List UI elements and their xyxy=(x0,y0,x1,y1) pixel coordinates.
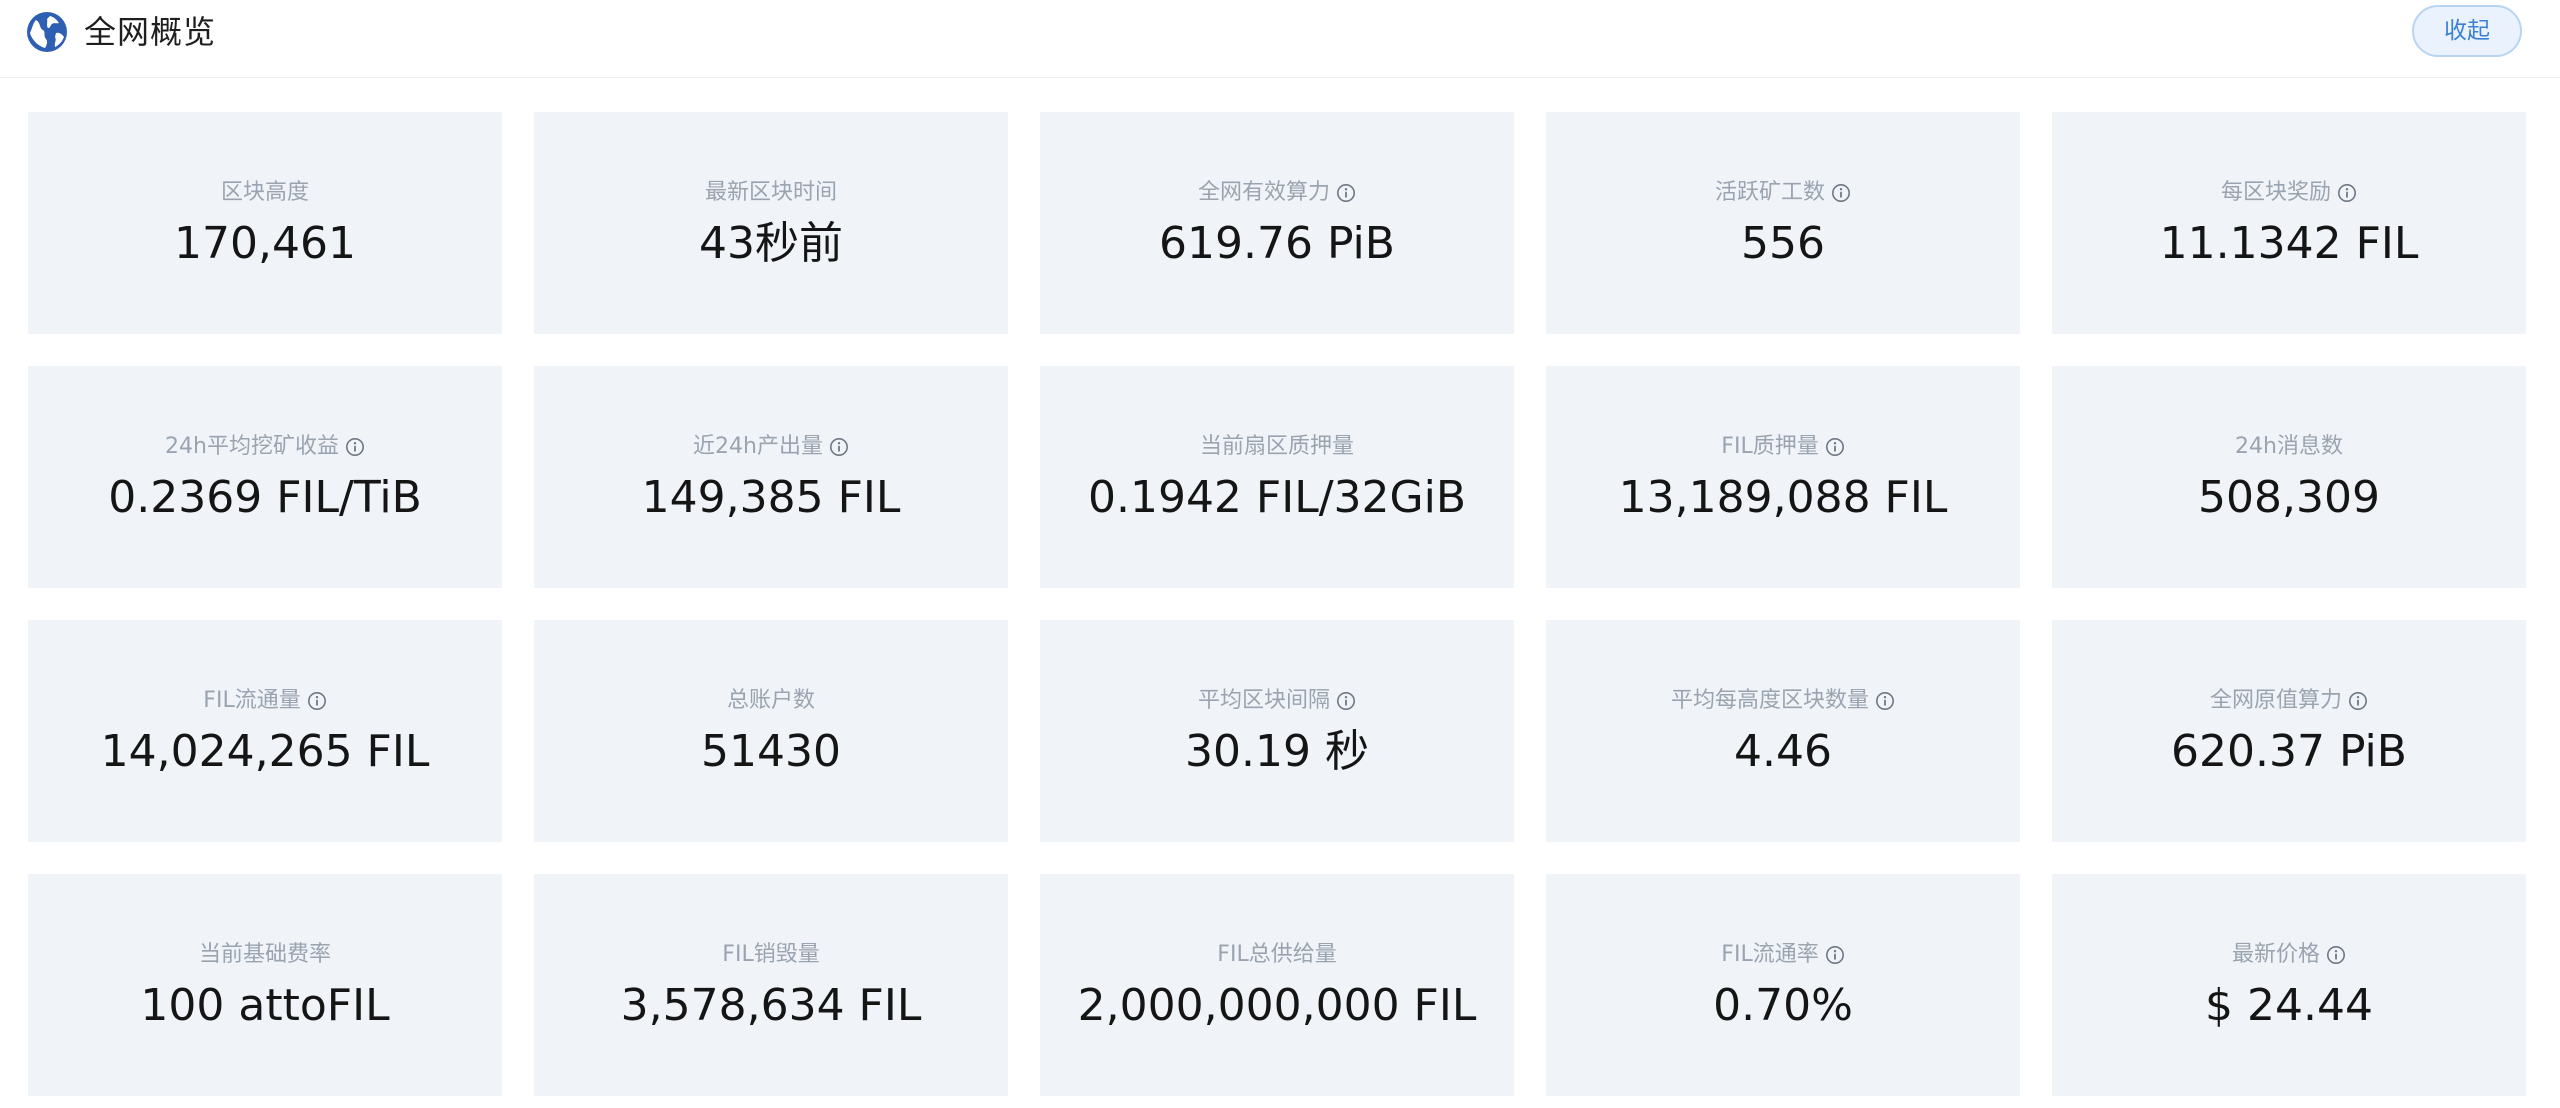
stat-label-row: 每区块奖励 xyxy=(2052,178,2526,208)
stat-value: 13,189,088 FIL xyxy=(1618,472,1948,523)
stat-label: FIL流通量 xyxy=(203,688,301,713)
stat-label: 最新价格 xyxy=(2231,942,2320,967)
stat-value: $ 24.44 xyxy=(2205,980,2373,1031)
stat-label-row: 近24h产出量 xyxy=(534,432,1008,462)
stat-value: 30.19 秒 xyxy=(1185,726,1369,777)
stat-card: 区块高度 170,461 xyxy=(28,112,502,334)
info-icon[interactable] xyxy=(345,437,365,457)
stat-label-row: FIL质押量 xyxy=(1546,432,2020,462)
stat-label: 当前扇区质押量 xyxy=(1199,434,1354,459)
stat-label: FIL销毁量 xyxy=(722,942,820,967)
globe-icon xyxy=(27,12,67,52)
stat-label: 平均区块间隔 xyxy=(1197,688,1330,713)
collapse-button[interactable]: 收起 xyxy=(2412,5,2522,57)
stat-label-row: 24h平均挖矿收益 xyxy=(28,432,502,462)
info-icon[interactable] xyxy=(829,437,849,457)
stat-label: 每区块奖励 xyxy=(2220,180,2331,205)
stat-label-row: 最新价格 xyxy=(2052,940,2526,970)
info-icon[interactable] xyxy=(1825,945,1845,965)
stat-label: 总账户数 xyxy=(726,688,815,713)
info-icon[interactable] xyxy=(1336,183,1356,203)
stat-label-row: 活跃矿工数 xyxy=(1546,178,2020,208)
stat-label-row: FIL流通量 xyxy=(28,686,502,716)
stat-label-row: FIL销毁量 xyxy=(534,940,1008,970)
stat-label-row: 全网有效算力 xyxy=(1040,178,1514,208)
stat-value: 170,461 xyxy=(174,218,356,269)
stat-label: 全网有效算力 xyxy=(1197,180,1330,205)
stat-value: 0.1942 FIL/32GiB xyxy=(1087,472,1467,523)
stat-label-row: 当前基础费率 xyxy=(28,940,502,970)
stat-card: 总账户数 51430 xyxy=(534,620,1008,842)
overview-header: 全网概览 收起 xyxy=(0,0,2560,78)
info-icon[interactable] xyxy=(307,691,327,711)
stat-label-row: 最新区块时间 xyxy=(534,178,1008,208)
stat-label-row: FIL流通率 xyxy=(1546,940,2020,970)
stat-label-row: 全网原值算力 xyxy=(2052,686,2526,716)
info-icon[interactable] xyxy=(2348,691,2368,711)
stat-card: 24h平均挖矿收益 0.2369 FIL/TiB xyxy=(28,366,502,588)
stat-card: 全网有效算力 619.76 PiB xyxy=(1040,112,1514,334)
stat-label-row: 平均每高度区块数量 xyxy=(1546,686,2020,716)
stat-value: 556 xyxy=(1741,218,1825,269)
page-title: 全网概览 xyxy=(84,13,217,51)
stat-value: 51430 xyxy=(701,726,841,777)
stat-value: 0.70% xyxy=(1713,980,1853,1031)
stat-value: 0.2369 FIL/TiB xyxy=(108,472,422,523)
stat-label: 平均每高度区块数量 xyxy=(1670,688,1869,713)
info-icon[interactable] xyxy=(1336,691,1356,711)
stat-value: 4.46 xyxy=(1734,726,1832,777)
stat-label: 活跃矿工数 xyxy=(1714,180,1825,205)
stat-card: FIL质押量 13,189,088 FIL xyxy=(1546,366,2020,588)
stat-value: 619.76 PiB xyxy=(1159,218,1395,269)
stat-label: 全网原值算力 xyxy=(2209,688,2342,713)
stat-card: FIL流通率 0.70% xyxy=(1546,874,2020,1096)
stat-label: 24h消息数 xyxy=(2235,434,2343,459)
info-icon[interactable] xyxy=(1831,183,1851,203)
stat-card: 活跃矿工数 556 xyxy=(1546,112,2020,334)
info-icon[interactable] xyxy=(2326,945,2346,965)
stat-value: 508,309 xyxy=(2198,472,2380,523)
stat-value: 43秒前 xyxy=(699,218,843,269)
stat-value: 149,385 FIL xyxy=(641,472,901,523)
stat-card: 平均区块间隔 30.19 秒 xyxy=(1040,620,1514,842)
stat-value: 620.37 PiB xyxy=(2171,726,2407,777)
stat-card: 近24h产出量 149,385 FIL xyxy=(534,366,1008,588)
stat-value: 100 attoFIL xyxy=(140,980,390,1031)
stat-label: 当前基础费率 xyxy=(198,942,331,967)
stat-card: FIL总供给量 2,000,000,000 FIL xyxy=(1040,874,1514,1096)
info-icon[interactable] xyxy=(1875,691,1895,711)
stat-label: 近24h产出量 xyxy=(693,434,823,459)
stat-card: 当前基础费率 100 attoFIL xyxy=(28,874,502,1096)
stat-label-row: 当前扇区质押量 xyxy=(1040,432,1514,462)
stat-label-row: 区块高度 xyxy=(28,178,502,208)
stat-card: FIL销毁量 3,578,634 FIL xyxy=(534,874,1008,1096)
stat-card: 最新区块时间 43秒前 xyxy=(534,112,1008,334)
stat-value: 11.1342 FIL xyxy=(2159,218,2419,269)
stat-label-row: 平均区块间隔 xyxy=(1040,686,1514,716)
stat-label: FIL流通率 xyxy=(1721,942,1819,967)
stat-card: 24h消息数 508,309 xyxy=(2052,366,2526,588)
stat-value: 2,000,000,000 FIL xyxy=(1077,980,1477,1031)
stat-label-row: 总账户数 xyxy=(534,686,1008,716)
stat-card: 全网原值算力 620.37 PiB xyxy=(2052,620,2526,842)
stat-label: 区块高度 xyxy=(220,180,309,205)
stat-label-row: FIL总供给量 xyxy=(1040,940,1514,970)
stat-card: 最新价格 $ 24.44 xyxy=(2052,874,2526,1096)
stat-label: FIL质押量 xyxy=(1721,434,1819,459)
stat-label: 最新区块时间 xyxy=(704,180,837,205)
stat-label-row: 24h消息数 xyxy=(2052,432,2526,462)
stat-card: 每区块奖励 11.1342 FIL xyxy=(2052,112,2526,334)
info-icon[interactable] xyxy=(1825,437,1845,457)
stat-label: FIL总供给量 xyxy=(1217,942,1337,967)
stat-value: 14,024,265 FIL xyxy=(100,726,430,777)
stats-grid: 区块高度 170,461 最新区块时间 43秒前 全网有效算力 619.76 PiB 活跃矿… xyxy=(28,112,2526,1096)
info-icon[interactable] xyxy=(2337,183,2357,203)
stat-value: 3,578,634 FIL xyxy=(620,980,922,1031)
stat-card: 当前扇区质押量 0.1942 FIL/32GiB xyxy=(1040,366,1514,588)
stat-card: 平均每高度区块数量 4.46 xyxy=(1546,620,2020,842)
stat-card: FIL流通量 14,024,265 FIL xyxy=(28,620,502,842)
stat-label: 24h平均挖矿收益 xyxy=(165,434,339,459)
